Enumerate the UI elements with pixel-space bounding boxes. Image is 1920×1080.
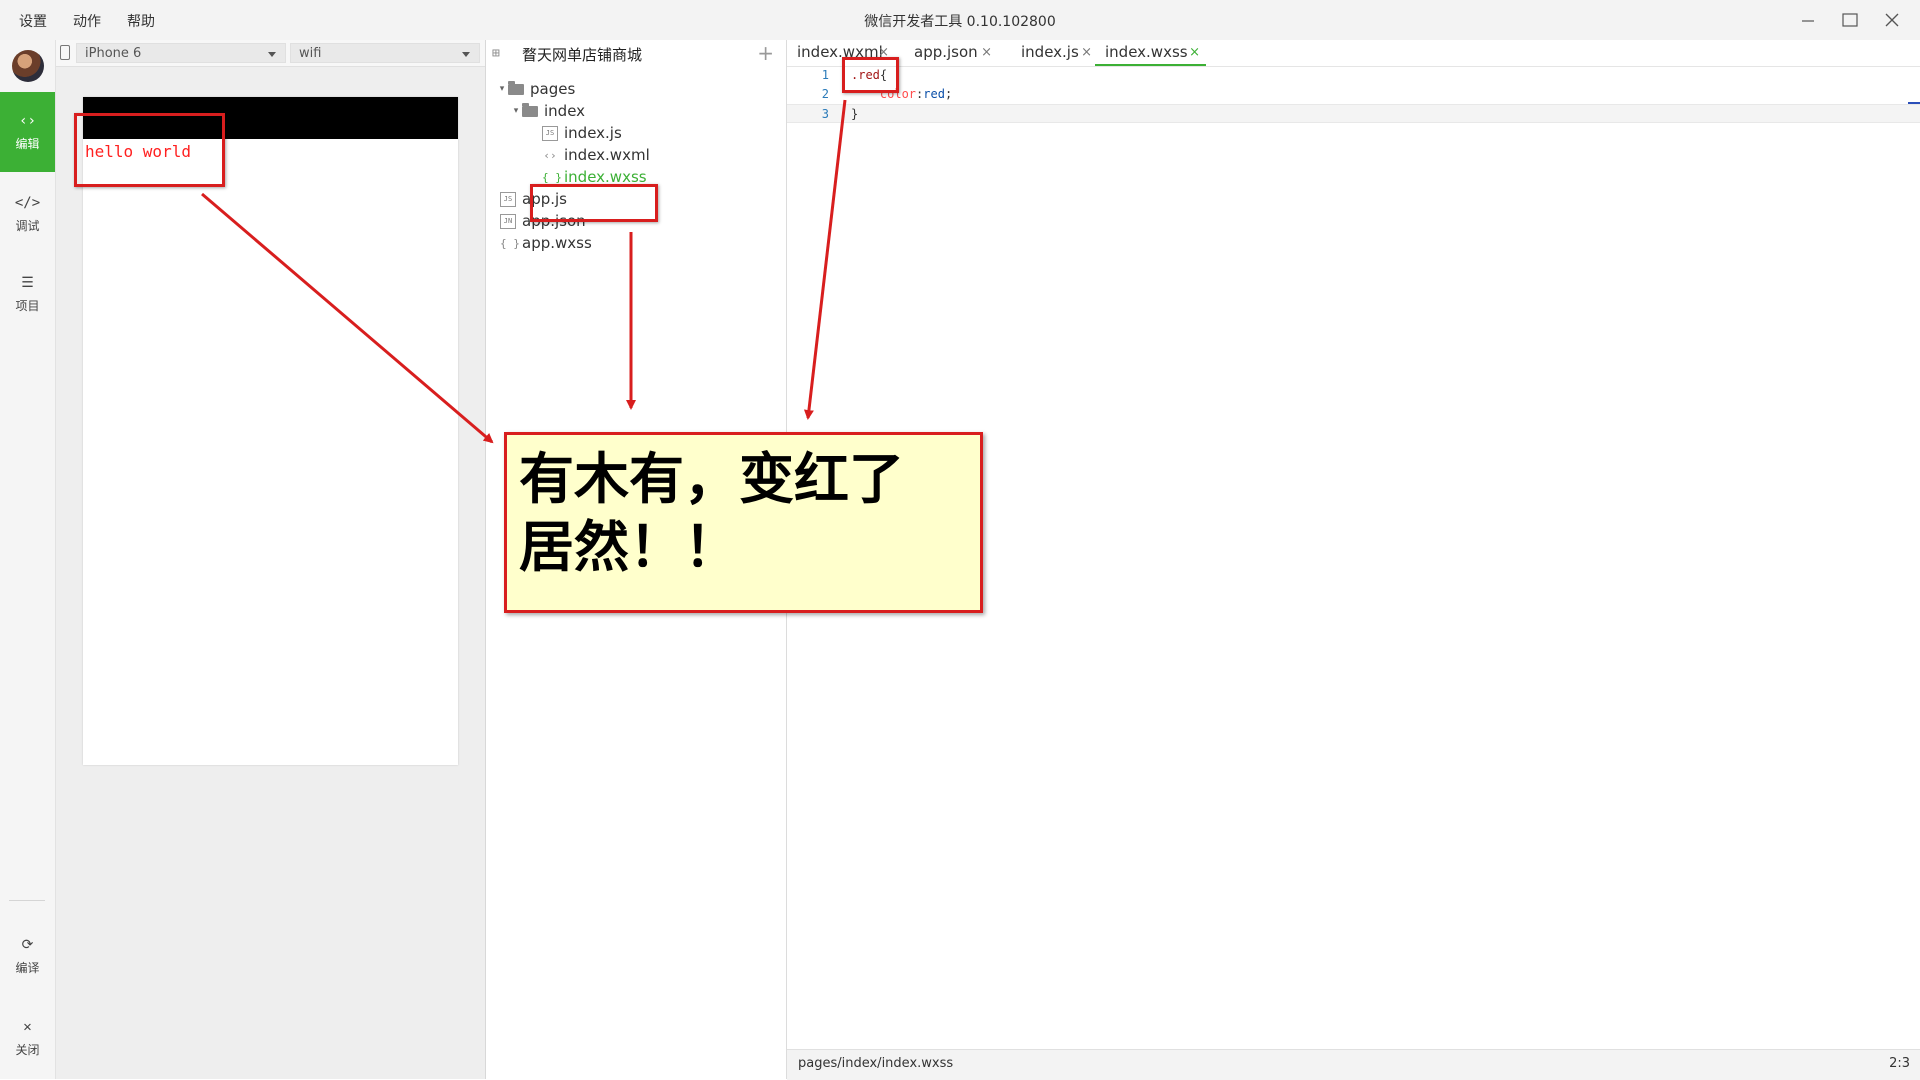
sidebar-item-label: 调试 <box>15 218 40 233</box>
tree-folder-index[interactable]: ▾ index <box>510 100 585 122</box>
code-line-current: 3 } <box>787 104 1920 123</box>
caret-down-icon: ▾ <box>513 106 519 116</box>
tab-app-json[interactable]: app.json × <box>904 40 998 66</box>
tree-item-label: index.js <box>564 124 622 142</box>
tree-item-label: app.wxss <box>522 234 592 252</box>
folder-icon <box>522 102 538 117</box>
sidebar-item-label: 编译 <box>15 960 40 975</box>
code-tag-icon: </> <box>14 194 41 211</box>
callout-line-2: 居然！！ <box>519 515 740 579</box>
window-controls <box>1798 10 1902 30</box>
sidebar-item-label: 关闭 <box>15 1042 40 1057</box>
phone-screen: hello world <box>83 97 458 765</box>
tree-item-label: index.wxml <box>564 146 650 164</box>
tab-index-wxss[interactable]: index.wxss × <box>1095 40 1206 66</box>
code-line: 1 .red{ <box>787 66 1920 85</box>
tab-label: app.json <box>914 43 978 61</box>
style-file-icon: { } <box>542 170 562 184</box>
scrollbar-marker[interactable] <box>1908 102 1920 104</box>
network-select-value: wifi <box>299 46 322 61</box>
highlight-box-hello-world <box>74 113 225 187</box>
tab-label: index.js <box>1021 43 1079 61</box>
close-window-icon[interactable] <box>1882 10 1902 30</box>
close-tab-icon[interactable]: × <box>1081 41 1092 65</box>
markup-file-icon: ‹› <box>543 148 557 162</box>
sidebar-item-compile[interactable]: ⟳ 编译 <box>0 916 55 996</box>
device-select-value: iPhone 6 <box>85 46 142 61</box>
window-title: 微信开发者工具 0.10.102800 <box>864 14 1056 30</box>
code-brace: } <box>851 107 859 121</box>
sidebar-item-label: 项目 <box>15 298 40 313</box>
explorer-header: ⊞ 瞀天网单店铺商城 + <box>486 40 786 66</box>
tree-icon: ⊞ <box>492 46 500 61</box>
js-file-icon: JS <box>542 125 558 141</box>
menu-settings[interactable]: 设置 <box>19 11 47 31</box>
sidebar-item-close[interactable]: ✕ 关闭 <box>0 998 55 1078</box>
status-bar: pages/index/index.wxss 2:3 <box>787 1049 1920 1080</box>
project-name: 瞀天网单店铺商城 <box>522 46 643 64</box>
avatar[interactable] <box>12 50 44 82</box>
css-value: red <box>923 87 945 101</box>
sidebar-item-debug[interactable]: </> 调试 <box>0 174 55 254</box>
sidebar-item-edit[interactable]: ‹› 编辑 <box>0 92 55 172</box>
sidebar-divider <box>9 900 45 901</box>
sidebar-item-project[interactable]: ☰ 项目 <box>0 254 55 334</box>
folder-icon <box>508 80 524 95</box>
close-tab-icon[interactable]: × <box>1189 41 1200 65</box>
callout-line-1: 有木有，变红了 <box>519 447 905 511</box>
title-bar: 设置 动作 帮助 微信开发者工具 0.10.102800 <box>0 0 1920 41</box>
line-number: 3 <box>821 107 829 121</box>
file-path: pages/index/index.wxss <box>798 1056 954 1071</box>
menu-actions[interactable]: 动作 <box>73 11 101 31</box>
cursor-position: 2:3 <box>1889 1056 1910 1071</box>
tree-file-index-wxml[interactable]: ‹› index.wxml <box>542 144 650 166</box>
maximize-icon[interactable] <box>1840 10 1860 30</box>
editor-tabs: index.wxml × app.json × index.js × index… <box>787 40 1920 67</box>
close-icon: ✕ <box>23 1018 32 1035</box>
tree-folder-pages[interactable]: ▾ pages <box>496 78 576 100</box>
network-select[interactable]: wifi <box>290 43 480 63</box>
annotation-callout: 有木有，变红了 居然！！ <box>504 432 983 613</box>
json-file-icon: JN <box>500 213 516 229</box>
minimize-icon[interactable] <box>1798 10 1818 30</box>
code-line: 2 color:red; <box>787 85 1920 104</box>
device-select[interactable]: iPhone 6 <box>76 43 286 63</box>
activity-bar: ‹› 编辑 </> 调试 ☰ 项目 ⟳ 编译 ✕ 关闭 <box>0 40 56 1079</box>
close-tab-icon[interactable]: × <box>981 41 992 65</box>
simulator-toolbar: iPhone 6 wifi <box>56 40 485 67</box>
tree-item-label: index <box>544 102 586 120</box>
menu-help[interactable]: 帮助 <box>127 11 155 31</box>
chevron-down-icon <box>462 52 470 57</box>
tree-file-index-js[interactable]: JS index.js <box>542 122 622 144</box>
tab-label: index.wxss <box>1105 43 1188 61</box>
caret-down-icon: ▾ <box>499 84 505 94</box>
style-file-icon: { } <box>500 236 520 250</box>
code-semicolon: ; <box>944 87 953 101</box>
js-file-icon: JS <box>500 191 516 207</box>
menu-bar: 设置 动作 帮助 <box>19 11 155 31</box>
sidebar-item-label: 编辑 <box>15 136 40 151</box>
tree-item-label: pages <box>530 80 576 98</box>
highlight-box-red-selector <box>842 57 899 93</box>
phone-icon[interactable] <box>60 45 70 60</box>
chevron-down-icon <box>268 52 276 57</box>
compile-icon: ⟳ <box>21 936 34 953</box>
simulator-panel: iPhone 6 wifi hello world <box>56 40 486 1079</box>
line-number: 2 <box>821 87 829 101</box>
tree-file-app-wxss[interactable]: { } app.wxss <box>500 232 592 254</box>
list-icon: ☰ <box>21 274 34 291</box>
tab-index-js[interactable]: index.js × <box>1011 40 1098 66</box>
highlight-box-index-wxss <box>530 184 658 222</box>
line-number: 1 <box>821 68 829 82</box>
add-file-icon[interactable]: + <box>757 41 774 65</box>
code-editor-icon: ‹› <box>19 112 36 129</box>
